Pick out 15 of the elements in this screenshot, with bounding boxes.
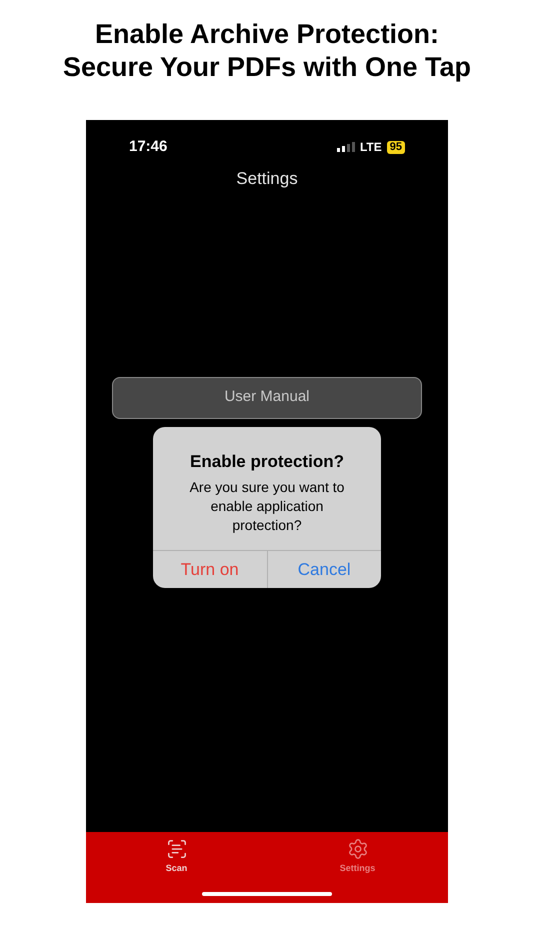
dialog-action-button[interactable]: Turn on xyxy=(153,551,266,588)
tab-button[interactable]: Scan xyxy=(142,838,212,876)
tab-button[interactable]: Settings xyxy=(322,838,392,876)
signal-icon xyxy=(336,142,355,152)
screen-title: Settings xyxy=(236,168,298,190)
dialog-title: Enable protection? xyxy=(189,450,345,472)
status-time: 17:46 xyxy=(129,136,168,157)
network-label: LTE xyxy=(360,139,382,156)
battery-indicator: 95 xyxy=(386,140,405,154)
settings-icon xyxy=(346,838,368,860)
document-scan-icon xyxy=(166,838,188,860)
dialog-action-button[interactable]: Cancel xyxy=(266,551,381,588)
headline: Enable Archive Protection: Secure Your PDFs with One Tap xyxy=(62,18,472,84)
dialog-message: Are you sure you want to enable application protection? xyxy=(188,478,346,535)
user-manual-button[interactable]: User Manual xyxy=(112,376,422,418)
